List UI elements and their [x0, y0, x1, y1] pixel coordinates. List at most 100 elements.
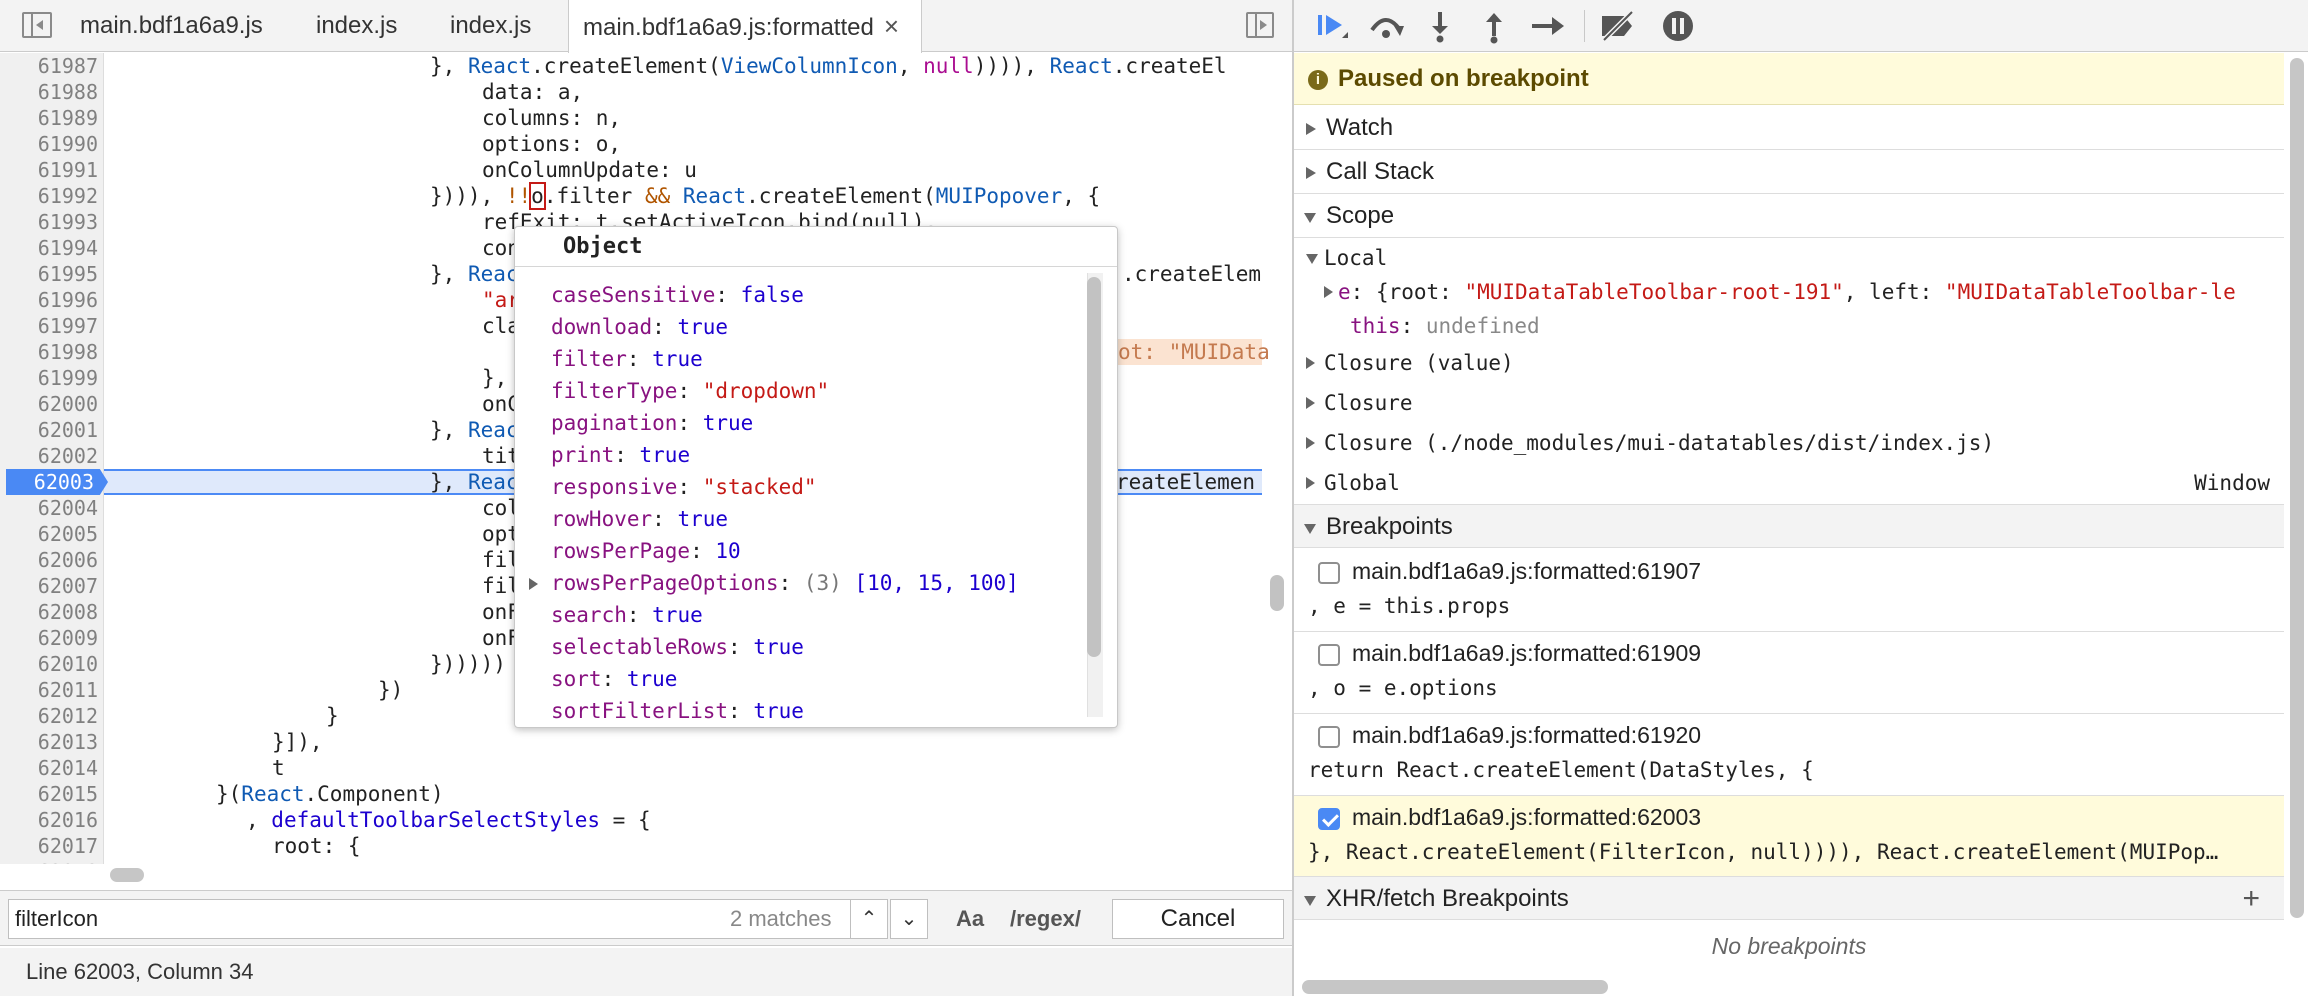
scope-global[interactable]: Global Window — [1294, 466, 2284, 500]
line-number[interactable]: 61995 — [0, 261, 98, 287]
line-number[interactable]: 62006 — [0, 547, 98, 573]
popover-title: Object — [515, 227, 1117, 267]
deactivate-breakpoints-icon[interactable] — [1598, 8, 1638, 44]
line-number[interactable]: 61991 — [0, 157, 98, 183]
object-preview-popover[interactable]: Object caseSensitive: false download: tru… — [514, 226, 1118, 728]
line-number[interactable]: 61989 — [0, 105, 98, 131]
tab-main-js-formatted[interactable]: main.bdf1a6a9.js:formatted × — [568, 0, 922, 53]
line-number[interactable]: 61996 — [0, 287, 98, 313]
sources-editor-pane: main.bdf1a6a9.js index.js index.js main.… — [0, 0, 1292, 996]
line-number[interactable]: 62009 — [0, 625, 98, 651]
line-number[interactable]: 62002 — [0, 443, 98, 469]
breakpoint-item[interactable]: main.bdf1a6a9.js:formatted:61909 , o = e.… — [1294, 632, 2284, 714]
step-into-icon[interactable] — [1420, 8, 1460, 44]
line-number[interactable]: 62010 — [0, 651, 98, 677]
tab-label: index.js — [316, 12, 398, 39]
section-label: Call Stack — [1326, 158, 1435, 185]
cancel-search-button[interactable]: Cancel — [1112, 899, 1284, 939]
scope-var-this[interactable]: this: undefined — [1294, 309, 2284, 343]
xhr-breakpoints-section-header[interactable]: XHR/fetch Breakpoints + — [1294, 876, 2284, 920]
breakpoint-checkbox[interactable] — [1318, 808, 1340, 830]
sidebar-scrollbar-thumb[interactable] — [2290, 58, 2304, 918]
collapse-arrow-icon — [1304, 524, 1316, 534]
breakpoints-section-header[interactable]: Breakpoints — [1294, 504, 2284, 548]
line-number[interactable]: 62016 — [0, 807, 98, 833]
breakpoint-item[interactable]: main.bdf1a6a9.js:formatted:62003}, React… — [1294, 796, 2284, 878]
scope-local[interactable]: Local — [1294, 241, 2284, 275]
step-over-icon[interactable] — [1366, 8, 1406, 44]
scope-closure-module[interactable]: Closure (./node_modules/mui-datatables/d… — [1294, 426, 2284, 460]
line-number[interactable]: 61992 — [0, 183, 98, 209]
line-number[interactable]: 62001 — [0, 417, 98, 443]
watch-section-header[interactable]: Watch — [1294, 106, 2284, 150]
popover-scrollbar-thumb[interactable] — [1087, 277, 1101, 657]
tab-index-js-2[interactable]: index.js — [450, 0, 531, 52]
code-line-61989: columns: n, — [482, 106, 622, 130]
line-number[interactable]: 61999 — [0, 365, 98, 391]
add-xhr-breakpoint-icon[interactable]: + — [2242, 877, 2260, 921]
code-line-62003: }, Reac — [430, 470, 519, 494]
line-number[interactable]: 62013 — [0, 729, 98, 755]
line-number[interactable]: 62017 — [0, 833, 98, 859]
tab-main-js[interactable]: main.bdf1a6a9.js — [80, 0, 263, 52]
popover-property-row: sortFilterList: true — [551, 699, 804, 723]
scope-var-e[interactable]: e: {root: "MUIDataTableToolbar-root-191"… — [1294, 275, 2284, 309]
pause-on-exceptions-icon[interactable] — [1658, 8, 1698, 44]
tab-label: index.js — [450, 12, 532, 39]
popover-property-row: selectableRows: true — [551, 635, 804, 659]
expand-arrow-icon — [1306, 167, 1316, 179]
breakpoint-checkbox[interactable] — [1318, 562, 1340, 584]
regex-toggle[interactable]: /regex/ — [1010, 899, 1081, 939]
search-next-button[interactable]: ⌄ — [890, 899, 928, 939]
call-stack-section-header[interactable]: Call Stack — [1294, 150, 2284, 194]
breakpoint-marker[interactable]: 62003 — [6, 469, 108, 495]
breakpoint-item[interactable]: main.bdf1a6a9.js:formatted:61920 return R… — [1294, 714, 2284, 796]
expand-arrow-icon — [1306, 477, 1315, 489]
popover-property-row: download: true — [551, 315, 729, 339]
breakpoint-code-snippet: }, React.createElement(FilterIcon, null)… — [1308, 840, 2219, 864]
line-number[interactable]: 61993 — [0, 209, 98, 235]
popover-property-row[interactable]: rowsPerPageOptions: (3) [10, 15, 100] — [529, 567, 1019, 599]
chevron-up-icon: ⌃ — [860, 908, 878, 930]
tab-index-js-1[interactable]: index.js — [316, 0, 397, 52]
line-number[interactable]: 62005 — [0, 521, 98, 547]
section-label: XHR/fetch Breakpoints — [1326, 885, 1569, 912]
step-icon[interactable] — [1528, 8, 1568, 44]
expand-arrow-icon[interactable] — [529, 578, 538, 590]
toggle-navigator-icon[interactable] — [22, 12, 52, 38]
search-input[interactable] — [8, 899, 856, 939]
collapse-arrow-icon — [1304, 896, 1316, 906]
line-number[interactable]: 62007 — [0, 573, 98, 599]
toggle-debugger-icon[interactable] — [1246, 12, 1274, 38]
breakpoint-checkbox[interactable] — [1318, 726, 1340, 748]
breakpoint-checkbox[interactable] — [1318, 644, 1340, 666]
line-number[interactable]: 62014 — [0, 755, 98, 781]
scope-section-header[interactable]: Scope — [1294, 194, 2284, 238]
line-number[interactable]: 61990 — [0, 131, 98, 157]
line-number[interactable]: 62000 — [0, 391, 98, 417]
editor-horizontal-scrollbar[interactable] — [110, 868, 144, 882]
line-number[interactable]: 61998 — [0, 339, 98, 365]
resume-icon[interactable] — [1314, 8, 1354, 44]
line-number[interactable]: 61987 — [0, 53, 98, 79]
line-number[interactable]: 62018 — [0, 859, 98, 864]
sidebar-horizontal-scrollbar[interactable] — [1302, 980, 1608, 994]
step-out-icon[interactable] — [1474, 8, 1514, 44]
sidebar-vertical-scrollbar[interactable] — [2290, 54, 2304, 918]
match-case-toggle[interactable]: Aa — [956, 899, 984, 939]
line-number[interactable]: 61988 — [0, 79, 98, 105]
line-number[interactable]: 61997 — [0, 313, 98, 339]
line-number[interactable]: 62004 — [0, 495, 98, 521]
scope-closure-value[interactable]: Closure (value) — [1294, 346, 2284, 380]
line-number[interactable]: 62012 — [0, 703, 98, 729]
scope-label: Closure (./node_modules/mui-datatables/d… — [1324, 431, 1995, 455]
line-number[interactable]: 62008 — [0, 599, 98, 625]
breakpoint-item[interactable]: main.bdf1a6a9.js:formatted:61907 , e = th… — [1294, 550, 2284, 632]
line-number[interactable]: 62011 — [0, 677, 98, 703]
scope-closure[interactable]: Closure — [1294, 386, 2284, 420]
editor-vertical-scrollbar[interactable] — [1270, 575, 1284, 611]
line-number[interactable]: 61994 — [0, 235, 98, 261]
search-previous-button[interactable]: ⌃ — [850, 899, 888, 939]
line-number[interactable]: 62015 — [0, 781, 98, 807]
close-tab-icon[interactable]: × — [884, 0, 899, 52]
